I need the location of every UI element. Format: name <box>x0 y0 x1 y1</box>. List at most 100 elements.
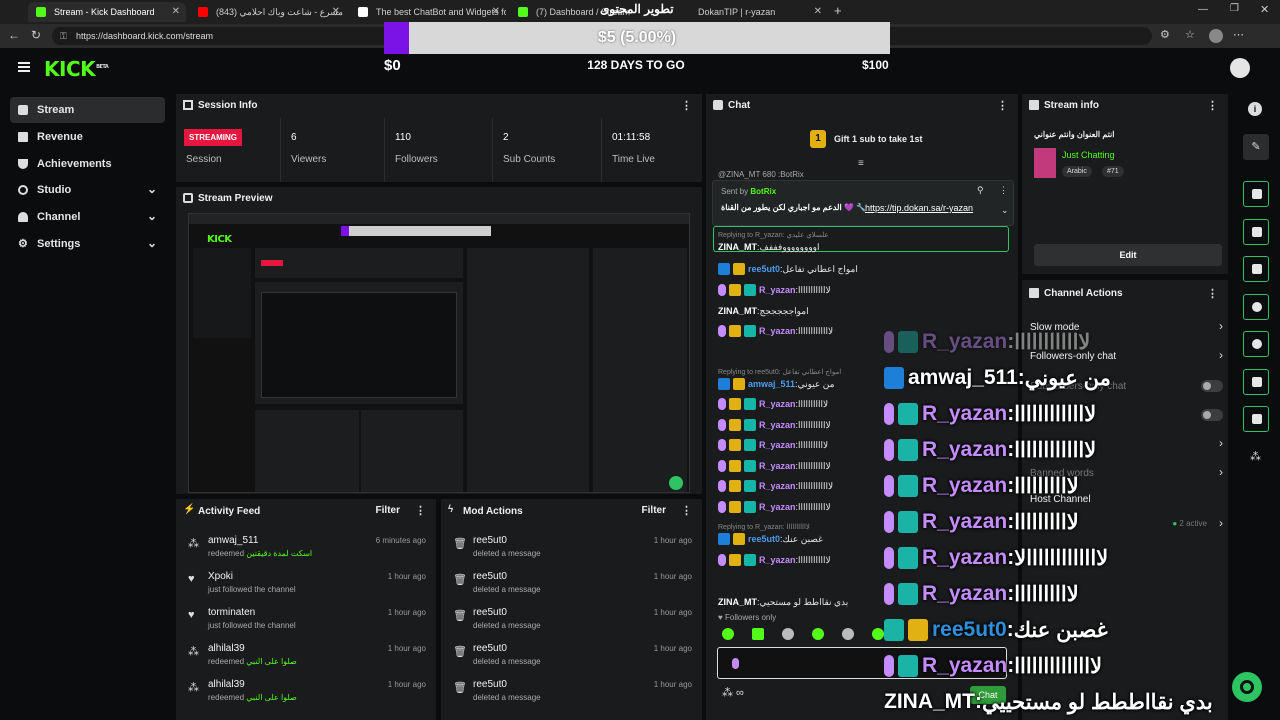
mod-user[interactable]: ree5ut0 <box>473 679 507 690</box>
extensions-icon[interactable]: ⚙ <box>1160 28 1170 41</box>
chat-username[interactable]: R_yazan <box>759 285 796 295</box>
category-link[interactable]: Just Chatting <box>1062 150 1115 160</box>
stream-preview-video[interactable]: KICK <box>188 213 690 493</box>
mod-user[interactable]: ree5ut0 <box>473 535 507 546</box>
chat-message[interactable]: ZINA_MT: اووووووووفففف <box>718 239 820 255</box>
minimize-button[interactable]: — <box>1198 4 1208 15</box>
user-avatar[interactable] <box>1230 58 1250 78</box>
chat-username[interactable]: R_yazan <box>759 555 796 565</box>
activity-user[interactable]: amwaj_511 <box>208 535 258 546</box>
chat-message[interactable]: ree5ut0: غصبن عنك <box>718 531 823 547</box>
info-icon[interactable]: i <box>1248 102 1262 116</box>
chat-username[interactable]: ree5ut0 <box>748 534 780 544</box>
chat-username[interactable]: R_yazan <box>759 502 796 512</box>
tag-badge[interactable]: #71 <box>1102 166 1124 177</box>
more-options-icon[interactable]: ⋮ <box>1207 287 1218 300</box>
chat-message[interactable]: R_yazan: لااااااااااا <box>718 437 828 453</box>
chat-message[interactable]: R_yazan: لاااااااااااا <box>718 552 831 568</box>
emote-icon[interactable] <box>872 628 884 640</box>
site-info-icon[interactable]: ⚿ <box>60 27 67 45</box>
chat-message[interactable]: R_yazan: لاااااااااااا <box>718 417 831 433</box>
edit-button[interactable]: Edit <box>1034 244 1222 266</box>
browser-tab[interactable]: مسرع - شاعت وياك احلامي (843) ✕ <box>190 2 346 22</box>
chat-message[interactable]: R_yazan: لاااااااااااا <box>718 499 831 515</box>
chat-message[interactable]: R_yazan: لااااااااااااا <box>718 323 833 339</box>
chat-username[interactable]: ZINA_MT <box>718 242 757 252</box>
close-icon[interactable]: ✕ <box>814 6 822 17</box>
rail-button-bolt[interactable] <box>1243 219 1269 245</box>
chat-username[interactable]: amwaj_511 <box>748 379 795 389</box>
chat-username[interactable]: R_yazan <box>759 440 796 450</box>
browser-tab[interactable]: DokanTIP | r-yazan ✕ <box>672 2 828 22</box>
close-icon[interactable]: ✕ <box>172 6 180 17</box>
chat-username[interactable]: R_yazan <box>759 326 796 336</box>
gift-sub-prompt[interactable]: Gift 1 sub to take 1st <box>834 134 923 144</box>
chat-message[interactable]: R_yazan: لاااااااااااا <box>718 282 831 298</box>
more-menu-icon[interactable]: ⋯ <box>1233 28 1244 41</box>
more-options-icon[interactable]: ⋮ <box>997 99 1008 112</box>
sidebar-item-settings[interactable]: ⚙ Settings ⌄ <box>10 231 165 257</box>
favorites-icon[interactable]: ☆ <box>1185 28 1195 41</box>
chat-username[interactable]: R_yazan <box>759 420 796 430</box>
chat-username[interactable]: R_yazan <box>759 399 796 409</box>
chat-username[interactable]: R_yazan <box>759 461 796 471</box>
rail-button-chat[interactable] <box>1243 294 1269 320</box>
more-options-icon[interactable]: ⋮ <box>415 504 426 517</box>
mod-user[interactable]: ree5ut0 <box>473 571 507 582</box>
more-options-icon[interactable]: ⋮ <box>681 504 692 517</box>
sidebar-item-studio[interactable]: Studio ⌄ <box>10 177 165 203</box>
profile-avatar[interactable] <box>1209 29 1223 43</box>
activity-user[interactable]: alhilal39 <box>208 643 245 654</box>
browser-tab[interactable]: Stream - Kick Dashboard ✕ <box>28 2 186 22</box>
filter-button[interactable]: Filter <box>642 505 666 516</box>
chat-message[interactable]: R_yazan: لاااااااااااا <box>718 458 831 474</box>
pencil-icon[interactable]: ✎ <box>1243 134 1269 160</box>
hamburger-menu-icon[interactable] <box>18 62 30 72</box>
tag-badge[interactable]: Arabic <box>1062 166 1092 177</box>
mod-user[interactable]: ree5ut0 <box>473 607 507 618</box>
emote-icon[interactable] <box>812 628 824 640</box>
chat-message[interactable]: R_yazan: لااااااااااا <box>718 396 828 412</box>
rail-button-tools[interactable] <box>1243 406 1269 432</box>
sidebar-item-achievements[interactable]: Achievements <box>10 151 165 177</box>
browser-tab[interactable]: The best ChatBot and Widgets fo ✕ <box>350 2 506 22</box>
mod-user[interactable]: ree5ut0 <box>473 643 507 654</box>
chat-message[interactable]: ree5ut0: امواج اعطاني تفاعل <box>718 261 858 277</box>
maximize-button[interactable]: ❐ <box>1230 3 1239 14</box>
activity-user[interactable]: alhilal39 <box>208 679 245 690</box>
reload-icon[interactable]: ↻ <box>31 28 41 42</box>
more-options-icon[interactable]: ⋮ <box>681 99 692 112</box>
pinned-link[interactable]: https://tip.dokan.sa/r-yazan <box>865 203 973 213</box>
subscribers-only-toggle[interactable] <box>1201 380 1223 392</box>
pin-icon[interactable]: ⚲ <box>977 185 984 196</box>
close-icon[interactable]: ✕ <box>332 6 340 17</box>
rail-button-document[interactable] <box>1243 256 1269 282</box>
rail-button-list[interactable] <box>1243 369 1269 395</box>
sidebar-item-revenue[interactable]: Revenue <box>10 124 165 150</box>
close-icon[interactable]: ✕ <box>492 6 500 17</box>
chevron-down-icon[interactable]: ⌄ <box>1001 205 1009 216</box>
more-options-icon[interactable]: ⋮ <box>1207 99 1218 112</box>
rail-button-preview[interactable] <box>1243 181 1269 207</box>
support-fab-button[interactable] <box>1232 672 1262 702</box>
chat-username[interactable]: ZINA_MT <box>718 597 757 607</box>
more-options-icon[interactable]: ⋮ <box>999 185 1008 196</box>
emote-icon[interactable] <box>782 628 794 640</box>
emote-icon[interactable] <box>842 628 854 640</box>
activity-user[interactable]: torminaten <box>208 607 255 618</box>
chat-message[interactable]: ZINA_MT: امواجججججج <box>718 303 809 319</box>
chat-username[interactable]: ree5ut0 <box>748 264 780 274</box>
category-thumbnail[interactable] <box>1034 148 1056 178</box>
chat-username[interactable]: ZINA_MT <box>718 306 757 316</box>
filter-button[interactable]: Filter <box>376 505 400 516</box>
kick-logo[interactable]: KICKBETA <box>44 57 109 81</box>
back-icon[interactable]: ← <box>8 28 20 42</box>
toggle-switch[interactable] <box>1201 409 1223 421</box>
chat-message[interactable]: R_yazan: لااااااااااااا <box>718 478 833 494</box>
more-apps-icon[interactable]: ⁂ <box>1250 450 1261 463</box>
activity-user[interactable]: Xpoki <box>208 571 233 582</box>
emote-icon[interactable] <box>722 628 734 640</box>
chat-message[interactable]: ZINA_MT: بدي نقااطط لو مستحيي <box>718 594 848 610</box>
emote-icon[interactable] <box>752 628 764 640</box>
chat-message[interactable]: amwaj_511: من عيوني <box>718 376 834 392</box>
